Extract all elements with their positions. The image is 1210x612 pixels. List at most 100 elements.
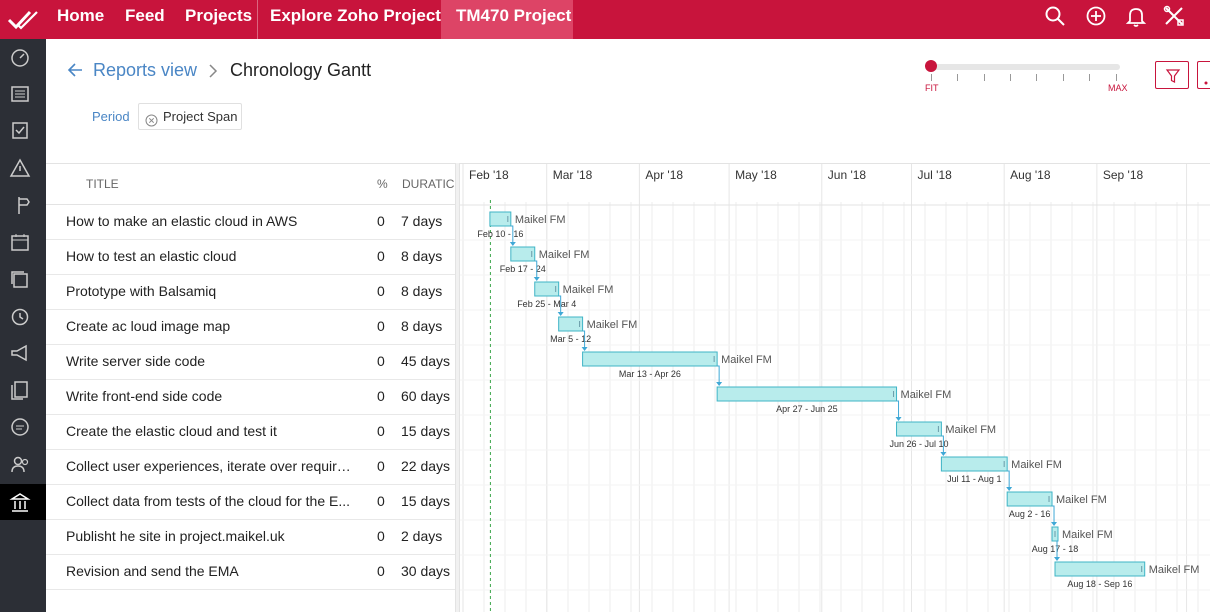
gantt-dependency-arrowhead <box>895 417 902 421</box>
task-title[interactable]: Write front-end side code <box>66 388 356 404</box>
timesheet-clock-icon[interactable] <box>9 305 31 327</box>
task-percent: 0 <box>377 423 385 439</box>
more-dots-icon <box>1203 73 1210 91</box>
nav-feed[interactable]: Feed <box>125 0 165 39</box>
app-logo-icon[interactable] <box>0 0 46 39</box>
pages-icon[interactable] <box>9 379 31 401</box>
table-row[interactable]: How to make an elastic cloud in AWS 0 7 da… <box>46 205 455 240</box>
task-duration: 45 days <box>401 353 451 369</box>
page-title: Chronology Gantt <box>230 60 372 80</box>
gantt-task-bar[interactable] <box>716 386 898 402</box>
nav-home[interactable]: Home <box>57 0 104 39</box>
gantt-task-bar[interactable] <box>558 316 584 332</box>
milestones-signpost-icon[interactable] <box>9 194 31 216</box>
task-title[interactable]: Create the elastic cloud and test it <box>66 423 356 439</box>
column-header-title[interactable]: TITLE <box>86 177 119 191</box>
search-icon[interactable] <box>1043 4 1067 28</box>
announcements-megaphone-icon[interactable] <box>9 342 31 364</box>
table-row[interactable]: Write server side code 0 45 days <box>46 345 455 380</box>
table-row[interactable]: Collect user experiences, iterate over r… <box>46 450 455 485</box>
gantt-task-bar[interactable] <box>510 246 536 262</box>
dashboard-icon[interactable] <box>9 47 31 69</box>
task-title[interactable]: How to make an elastic cloud in AWS <box>66 213 356 229</box>
task-title[interactable]: Collect user experiences, iterate over r… <box>66 458 356 474</box>
gantt-task-owner: Maikel FM <box>515 214 566 226</box>
task-title[interactable]: Prototype with Balsamiq <box>66 283 356 299</box>
table-row[interactable]: Publisht he site in project.maikel.uk 0 2 … <box>46 520 455 555</box>
gantt-month-label: Sep '18 <box>1103 168 1144 182</box>
reports-icon[interactable] <box>9 491 31 513</box>
task-title[interactable]: Write server side code <box>66 353 356 369</box>
chat-bubble-icon[interactable] <box>9 416 31 438</box>
nav-projects[interactable]: Projects <box>185 0 252 39</box>
period-filter-chip[interactable]: Project Span <box>138 103 242 130</box>
gantt-chart: Feb '18 Mar '18 Apr '18 May '18 Jun '18 Jul '… <box>460 164 1210 612</box>
task-title[interactable]: Revision and send the EMA <box>66 563 356 579</box>
gantt-task-owner: Maikel FM <box>901 389 952 401</box>
gantt-task-dates: Aug 17 - 18 <box>1032 544 1079 554</box>
table-row[interactable]: Create the elastic cloud and test it 0 15 … <box>46 415 455 450</box>
filter-button[interactable] <box>1155 61 1189 89</box>
gantt-task-owner: Maikel FM <box>539 249 590 261</box>
users-icon[interactable] <box>9 453 31 475</box>
top-navigation-bar: Home Feed Projects Explore Zoho Projects… <box>0 0 1210 39</box>
table-row[interactable]: Prototype with Balsamiq 0 8 days <box>46 275 455 310</box>
gantt-task-bar[interactable] <box>534 281 560 297</box>
gantt-task-bar[interactable] <box>1054 561 1146 577</box>
task-table: TITLE % DURATIC How to make an elastic c… <box>46 163 455 612</box>
gantt-month-label: Mar '18 <box>553 168 593 182</box>
gantt-task-dates: Feb 17 - 24 <box>500 264 546 274</box>
chevron-right-icon <box>207 64 219 78</box>
column-header-percent[interactable]: % <box>377 177 388 191</box>
table-row[interactable]: Revision and send the EMA 0 30 days <box>46 555 455 590</box>
table-row[interactable]: How to test an elastic cloud 0 8 days <box>46 240 455 275</box>
gantt-task-bar[interactable] <box>896 421 942 437</box>
more-options-button[interactable] <box>1197 61 1210 89</box>
zoom-max-label: MAX <box>1108 83 1128 93</box>
back-arrow-icon[interactable] <box>66 61 84 79</box>
nav-current-project[interactable]: TM470 Project <box>441 0 573 39</box>
gantt-month-label: May '18 <box>735 168 777 182</box>
gantt-task-bar[interactable] <box>940 456 1008 472</box>
table-row[interactable]: Collect data from tests of the cloud for… <box>46 485 455 520</box>
bell-icon[interactable] <box>1124 4 1148 28</box>
task-title[interactable]: How to test an elastic cloud <box>66 248 356 264</box>
gantt-task-dates: Feb 25 - Mar 4 <box>517 299 576 309</box>
gantt-task-dates: Aug 18 - Sep 16 <box>1067 579 1132 589</box>
task-title[interactable]: Publisht he site in project.maikel.uk <box>66 528 356 544</box>
nav-explore-zoho-projects[interactable]: Explore Zoho Projects! <box>270 0 456 39</box>
task-percent: 0 <box>377 248 385 264</box>
add-icon[interactable] <box>1084 4 1108 28</box>
task-title[interactable]: Collect data from tests of the cloud for… <box>66 493 356 509</box>
gantt-task-bar[interactable] <box>1006 491 1053 507</box>
nav-divider <box>257 0 258 39</box>
gantt-dependency-arrowhead <box>509 242 516 246</box>
table-row[interactable]: Write front-end side code 0 60 days <box>46 380 455 415</box>
gantt-month-label: Apr '18 <box>645 168 683 182</box>
table-row[interactable]: Create ac loud image map 0 8 days <box>46 310 455 345</box>
period-chip-value: Project Span <box>163 109 238 124</box>
breadcrumb-reports-view[interactable]: Reports view <box>93 60 197 81</box>
gantt-dependency-arrowhead <box>1006 487 1013 491</box>
calendar-icon[interactable] <box>9 231 31 253</box>
gantt-task-dates: Jun 26 - Jul 10 <box>889 439 948 449</box>
gantt-month-label: Jul '18 <box>917 168 952 182</box>
gantt-month-label: Aug '18 <box>1010 168 1051 182</box>
task-duration: 8 days <box>401 248 443 264</box>
zoom-slider-track[interactable] <box>930 64 1120 70</box>
zoom-tick <box>1116 74 1117 81</box>
clear-circle-icon[interactable] <box>145 110 158 127</box>
gantt-task-owner: Maikel FM <box>563 284 614 296</box>
tools-icon[interactable] <box>1162 4 1186 28</box>
feed-list-icon[interactable] <box>9 83 31 105</box>
zoom-tick <box>984 74 985 81</box>
column-header-duration[interactable]: DURATIC <box>402 177 454 191</box>
gantt-task-bar[interactable] <box>582 351 718 367</box>
documents-icon[interactable] <box>9 268 31 290</box>
task-title[interactable]: Create ac loud image map <box>66 318 356 334</box>
issues-warning-icon[interactable] <box>9 157 31 179</box>
tasks-icon[interactable] <box>9 119 31 141</box>
zoom-slider-handle[interactable] <box>925 60 937 72</box>
task-duration: 8 days <box>401 283 443 299</box>
task-percent: 0 <box>377 353 385 369</box>
